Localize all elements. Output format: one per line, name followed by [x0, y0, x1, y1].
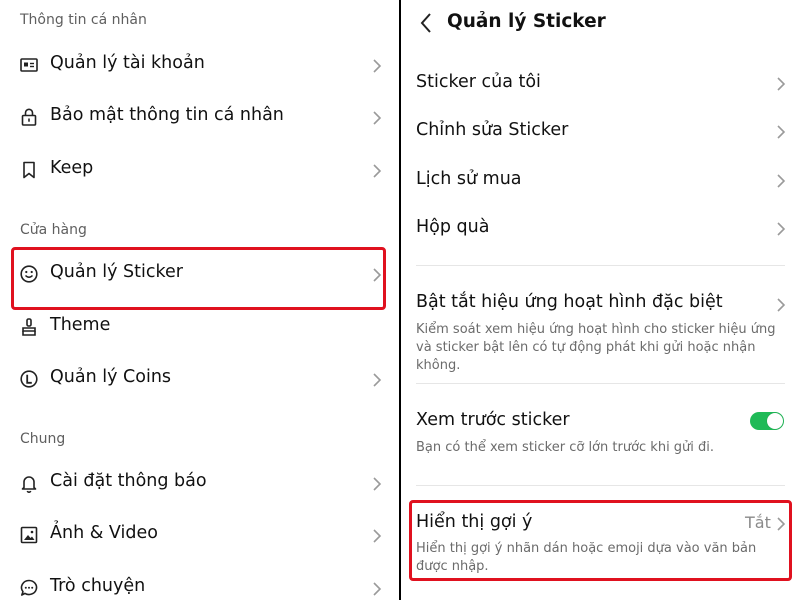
back-arrow-icon[interactable]	[419, 12, 433, 34]
setting-show-suggestions[interactable]: Hiển thị gợi ý Tắt Hiển thị gợi ý nhãn d…	[401, 502, 800, 582]
menu-item-label: Theme	[50, 315, 111, 335]
menu-item-privacy[interactable]: Bảo mật thông tin cá nhân	[0, 92, 399, 144]
coin-icon	[20, 370, 38, 388]
chevron-right-icon	[373, 582, 382, 596]
bell-icon	[21, 476, 37, 493]
menu-item-keep[interactable]: Keep	[0, 145, 399, 197]
divider	[416, 383, 785, 384]
lock-icon	[21, 108, 37, 126]
menu-item-sticker-manager[interactable]: Quản lý Sticker	[0, 249, 399, 301]
menu-item-theme[interactable]: Theme	[0, 302, 399, 354]
page-title: Quản lý Sticker	[447, 11, 606, 32]
chevron-right-icon	[373, 477, 382, 491]
menu-item-label: Quản lý Coins	[50, 367, 172, 387]
divider	[416, 485, 785, 486]
menu-item-label: Hộp quà	[416, 217, 490, 237]
bookmark-icon	[23, 161, 35, 179]
menu-item-label: Quản lý tài khoản	[50, 53, 205, 73]
menu-item-gift-box[interactable]: Hộp quà	[401, 207, 800, 251]
menu-item-label: Ảnh & Video	[50, 523, 158, 543]
menu-item-purchase-history[interactable]: Lịch sử mua	[401, 159, 800, 203]
section-title-personal: Thông tin cá nhân	[20, 12, 147, 28]
setting-description: Hiển thị gợi ý nhãn dán hoặc emoji dựa v…	[416, 541, 757, 574]
chevron-right-icon	[777, 298, 786, 312]
menu-item-chat[interactable]: Trò chuyện	[0, 563, 399, 600]
paint-brush-icon	[22, 318, 36, 336]
sticker-preview-toggle[interactable]	[750, 412, 784, 430]
menu-item-label: Cài đặt thông báo	[50, 471, 207, 491]
section-title-general: Chung	[20, 431, 66, 447]
page-header: Quản lý Sticker	[401, 0, 800, 46]
menu-item-notifications[interactable]: Cài đặt thông báo	[0, 458, 399, 510]
setting-description: Kiểm soát xem hiệu ứng hoạt hình cho sti…	[416, 322, 776, 373]
chevron-right-icon	[777, 174, 786, 188]
setting-value: Tắt	[745, 513, 771, 532]
setting-description: Bạn có thể xem sticker cỡ lớn trước khi …	[416, 440, 715, 455]
id-card-icon	[20, 58, 38, 72]
smiley-icon	[20, 265, 38, 283]
menu-item-label: Chỉnh sửa Sticker	[416, 120, 569, 140]
menu-item-photos-videos[interactable]: Ảnh & Video	[0, 510, 399, 562]
menu-item-label: Sticker của tôi	[416, 72, 541, 92]
chevron-right-icon	[777, 77, 786, 91]
chevron-right-icon	[373, 529, 382, 543]
toggle-knob	[767, 413, 783, 429]
chevron-right-icon	[373, 111, 382, 125]
chevron-right-icon	[777, 517, 786, 531]
setting-label: Xem trước sticker	[416, 410, 570, 430]
chat-icon	[20, 579, 38, 596]
sticker-manager-panel: Quản lý Sticker Sticker của tôi Chỉnh sử…	[401, 0, 800, 600]
chevron-right-icon	[373, 373, 382, 387]
setting-label: Hiển thị gợi ý	[416, 512, 533, 532]
section-title-store: Cửa hàng	[20, 222, 87, 238]
divider	[416, 265, 785, 266]
menu-item-my-stickers[interactable]: Sticker của tôi	[401, 62, 800, 106]
menu-item-label: Quản lý Sticker	[50, 262, 183, 282]
chevron-right-icon	[373, 268, 382, 282]
menu-item-label: Trò chuyện	[50, 576, 146, 596]
menu-item-label: Lịch sử mua	[416, 169, 522, 189]
menu-item-label: Bảo mật thông tin cá nhân	[50, 105, 284, 125]
menu-item-coins[interactable]: Quản lý Coins	[0, 354, 399, 406]
chevron-right-icon	[373, 59, 382, 73]
menu-item-label: Keep	[50, 158, 94, 178]
chevron-right-icon	[373, 164, 382, 178]
image-icon	[20, 526, 38, 544]
chevron-right-icon	[777, 125, 786, 139]
setting-label: Bật tắt hiệu ứng hoạt hình đặc biệt	[416, 292, 723, 312]
menu-item-account[interactable]: Quản lý tài khoản	[0, 40, 399, 92]
setting-sticker-preview: Xem trước sticker Bạn có thể xem sticker…	[401, 400, 800, 464]
setting-special-animation[interactable]: Bật tắt hiệu ứng hoạt hình đặc biệt Kiểm…	[401, 282, 800, 373]
menu-item-edit-stickers[interactable]: Chỉnh sửa Sticker	[401, 110, 800, 154]
settings-panel: Thông tin cá nhân Quản lý tài khoản Bảo …	[0, 0, 399, 600]
chevron-right-icon	[777, 222, 786, 236]
